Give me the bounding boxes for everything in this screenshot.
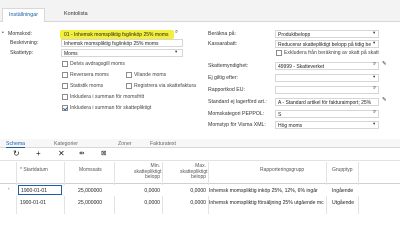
visma-field[interactable]: Hög moms	[275, 121, 379, 129]
rapportkod-label: Rapportkod EU:	[208, 87, 245, 93]
cell-momssats[interactable]: 25,000000	[78, 188, 102, 194]
tab-installningar[interactable]: Inställningar	[2, 8, 46, 22]
checkbox-reversera-moms[interactable]	[62, 72, 68, 78]
momskod-field[interactable]: 01 - Inhemsk momspliktig fsg/inköp 25% m…	[61, 30, 183, 38]
chevron-down-icon[interactable]: ▾	[373, 40, 375, 46]
cell-rapporteringsgrupp[interactable]: Inhemsk momspliktig inköp 25%, 12%, 6% i…	[209, 188, 325, 194]
edit-pencil-icon[interactable]: ✎	[382, 97, 387, 104]
berakna-label: Beräkna på:	[208, 31, 236, 37]
header-rapporteringsgrupp[interactable]: Rapporteringsgrupp	[260, 167, 304, 174]
tab-schema[interactable]: Schema	[6, 139, 26, 148]
tab-kategorier[interactable]: Kategorier	[54, 139, 78, 148]
fit-columns-icon[interactable]: ⇹	[79, 150, 84, 158]
header-momssats[interactable]: Momssats	[79, 167, 102, 174]
checkbox-reversera-moms-label: Reversera moms	[70, 72, 109, 78]
beskrivning-field[interactable]: Inhemsk momspliktig fsg/inköp 25% moms	[61, 39, 183, 47]
checkbox-inkludera-skattepliktigt[interactable]	[62, 105, 68, 111]
checkbox-vilande-moms-label: Vilande moms	[134, 72, 167, 78]
checkbox-statistik-moms-label: Statistik moms	[70, 83, 104, 89]
search-icon[interactable]: ⌕	[373, 109, 376, 116]
export-icon[interactable]: ⊠	[101, 150, 106, 158]
checkbox-registrera-skattefaktura-label: Registrera via skattefaktura	[134, 83, 197, 89]
standard-field[interactable]: A - Standard artikel för fakturaimport; …	[275, 98, 379, 106]
checkbox-inkludera-momsfritt[interactable]	[62, 94, 68, 100]
rapportkod-field[interactable]	[275, 86, 379, 94]
header-max-belopp[interactable]: Max. skattepliktigt belopp	[180, 163, 208, 181]
ej-giltig-field[interactable]	[275, 74, 379, 82]
checkbox-exkludera[interactable]	[276, 50, 282, 56]
tab-zoner[interactable]: Zoner	[118, 139, 132, 148]
search-icon[interactable]: ⌕	[373, 61, 376, 68]
standard-label: Standard ej lagerförd art.:	[208, 99, 267, 105]
checkbox-exkludera-label: Exkludera från beräkning av skatt på ska…	[284, 50, 379, 56]
peppol-field[interactable]: S	[275, 110, 379, 118]
checkbox-registrera-skattefaktura[interactable]	[126, 83, 132, 89]
checkbox-vilande-moms[interactable]	[126, 72, 132, 78]
peppol-label: Momskategori PEPPOL:	[208, 111, 265, 117]
chevron-down-icon[interactable]: ▾	[373, 121, 375, 127]
momskod-label: Momskod:	[8, 31, 32, 37]
tab-fakturatext[interactable]: Fakturatext	[150, 139, 176, 148]
skattemyndighet-field[interactable]: 49999 - Skatteverket	[275, 62, 379, 70]
edit-pencil-icon[interactable]: ✎	[382, 61, 387, 68]
header-startdatum[interactable]: * Startdatum	[20, 167, 48, 174]
skattetyp-field[interactable]: Moms	[61, 49, 183, 57]
add-icon[interactable]: +	[36, 150, 41, 158]
row-indicator-icon: ›	[8, 186, 10, 191]
checkbox-delvis-avdragsgill[interactable]	[62, 61, 68, 67]
checkbox-inkludera-skattepliktigt-label: Inkludera i summan för skattepliktigt	[70, 105, 152, 111]
kassarabatt-label: Kassarabatt:	[208, 41, 238, 47]
cell-rapporteringsgrupp[interactable]: Inhemsk momspliktig försäljning 25% utgå…	[209, 200, 325, 206]
chevron-down-icon[interactable]: ▾	[175, 49, 177, 55]
tab-kontolista[interactable]: Kontolista	[58, 8, 94, 22]
required-star-icon: •	[2, 30, 4, 36]
checkbox-inkludera-momsfritt-label: Inkludera i summan för momsfritt	[70, 94, 145, 100]
header-min-belopp[interactable]: Min. skattepliktigt belopp	[134, 163, 162, 181]
cell-startdatum[interactable]: 1900-01-01	[20, 200, 46, 206]
checkbox-delvis-avdragsgill-label: Delvis avdragsgill moms	[70, 61, 125, 67]
kassarabatt-field[interactable]: Reducerar skattepliktigt belopp på tidig…	[275, 40, 379, 48]
search-icon[interactable]: ⌕	[175, 29, 178, 36]
checkbox-statistik-moms[interactable]	[62, 83, 68, 89]
cell-momssats[interactable]: 25,000000	[78, 200, 102, 206]
cell-grupptyp[interactable]: Utgående	[332, 200, 354, 206]
berakna-field[interactable]: Produktbelopp	[275, 30, 379, 38]
cell-startdatum[interactable]: 1900-01-01	[18, 185, 62, 195]
chevron-down-icon[interactable]: ▾	[373, 30, 375, 36]
beskrivning-label: Beskrivning:	[10, 40, 39, 46]
cell-grupptyp[interactable]: Ingående	[332, 188, 353, 194]
chevron-down-icon[interactable]: ▾	[373, 74, 375, 80]
refresh-icon[interactable]: ↻	[13, 150, 20, 158]
cell-min-belopp[interactable]: 0,0000	[134, 200, 160, 206]
cell-max-belopp[interactable]: 0,0000	[180, 200, 206, 206]
search-icon[interactable]: ⌕	[373, 85, 376, 92]
visma-label: Momstyp för Visma XML:	[208, 122, 266, 128]
skattemyndighet-label: Skattemyndighet:	[208, 63, 249, 69]
header-grupptyp[interactable]: Grupptyp	[332, 167, 353, 174]
skattetyp-label: Skattetyp:	[10, 50, 34, 56]
ej-giltig-label: Ej giltig efter:	[208, 75, 238, 81]
delete-icon[interactable]: ✕	[58, 150, 65, 158]
cell-min-belopp[interactable]: 0,0000	[134, 188, 160, 194]
cell-max-belopp[interactable]: 0,0000	[180, 188, 206, 194]
